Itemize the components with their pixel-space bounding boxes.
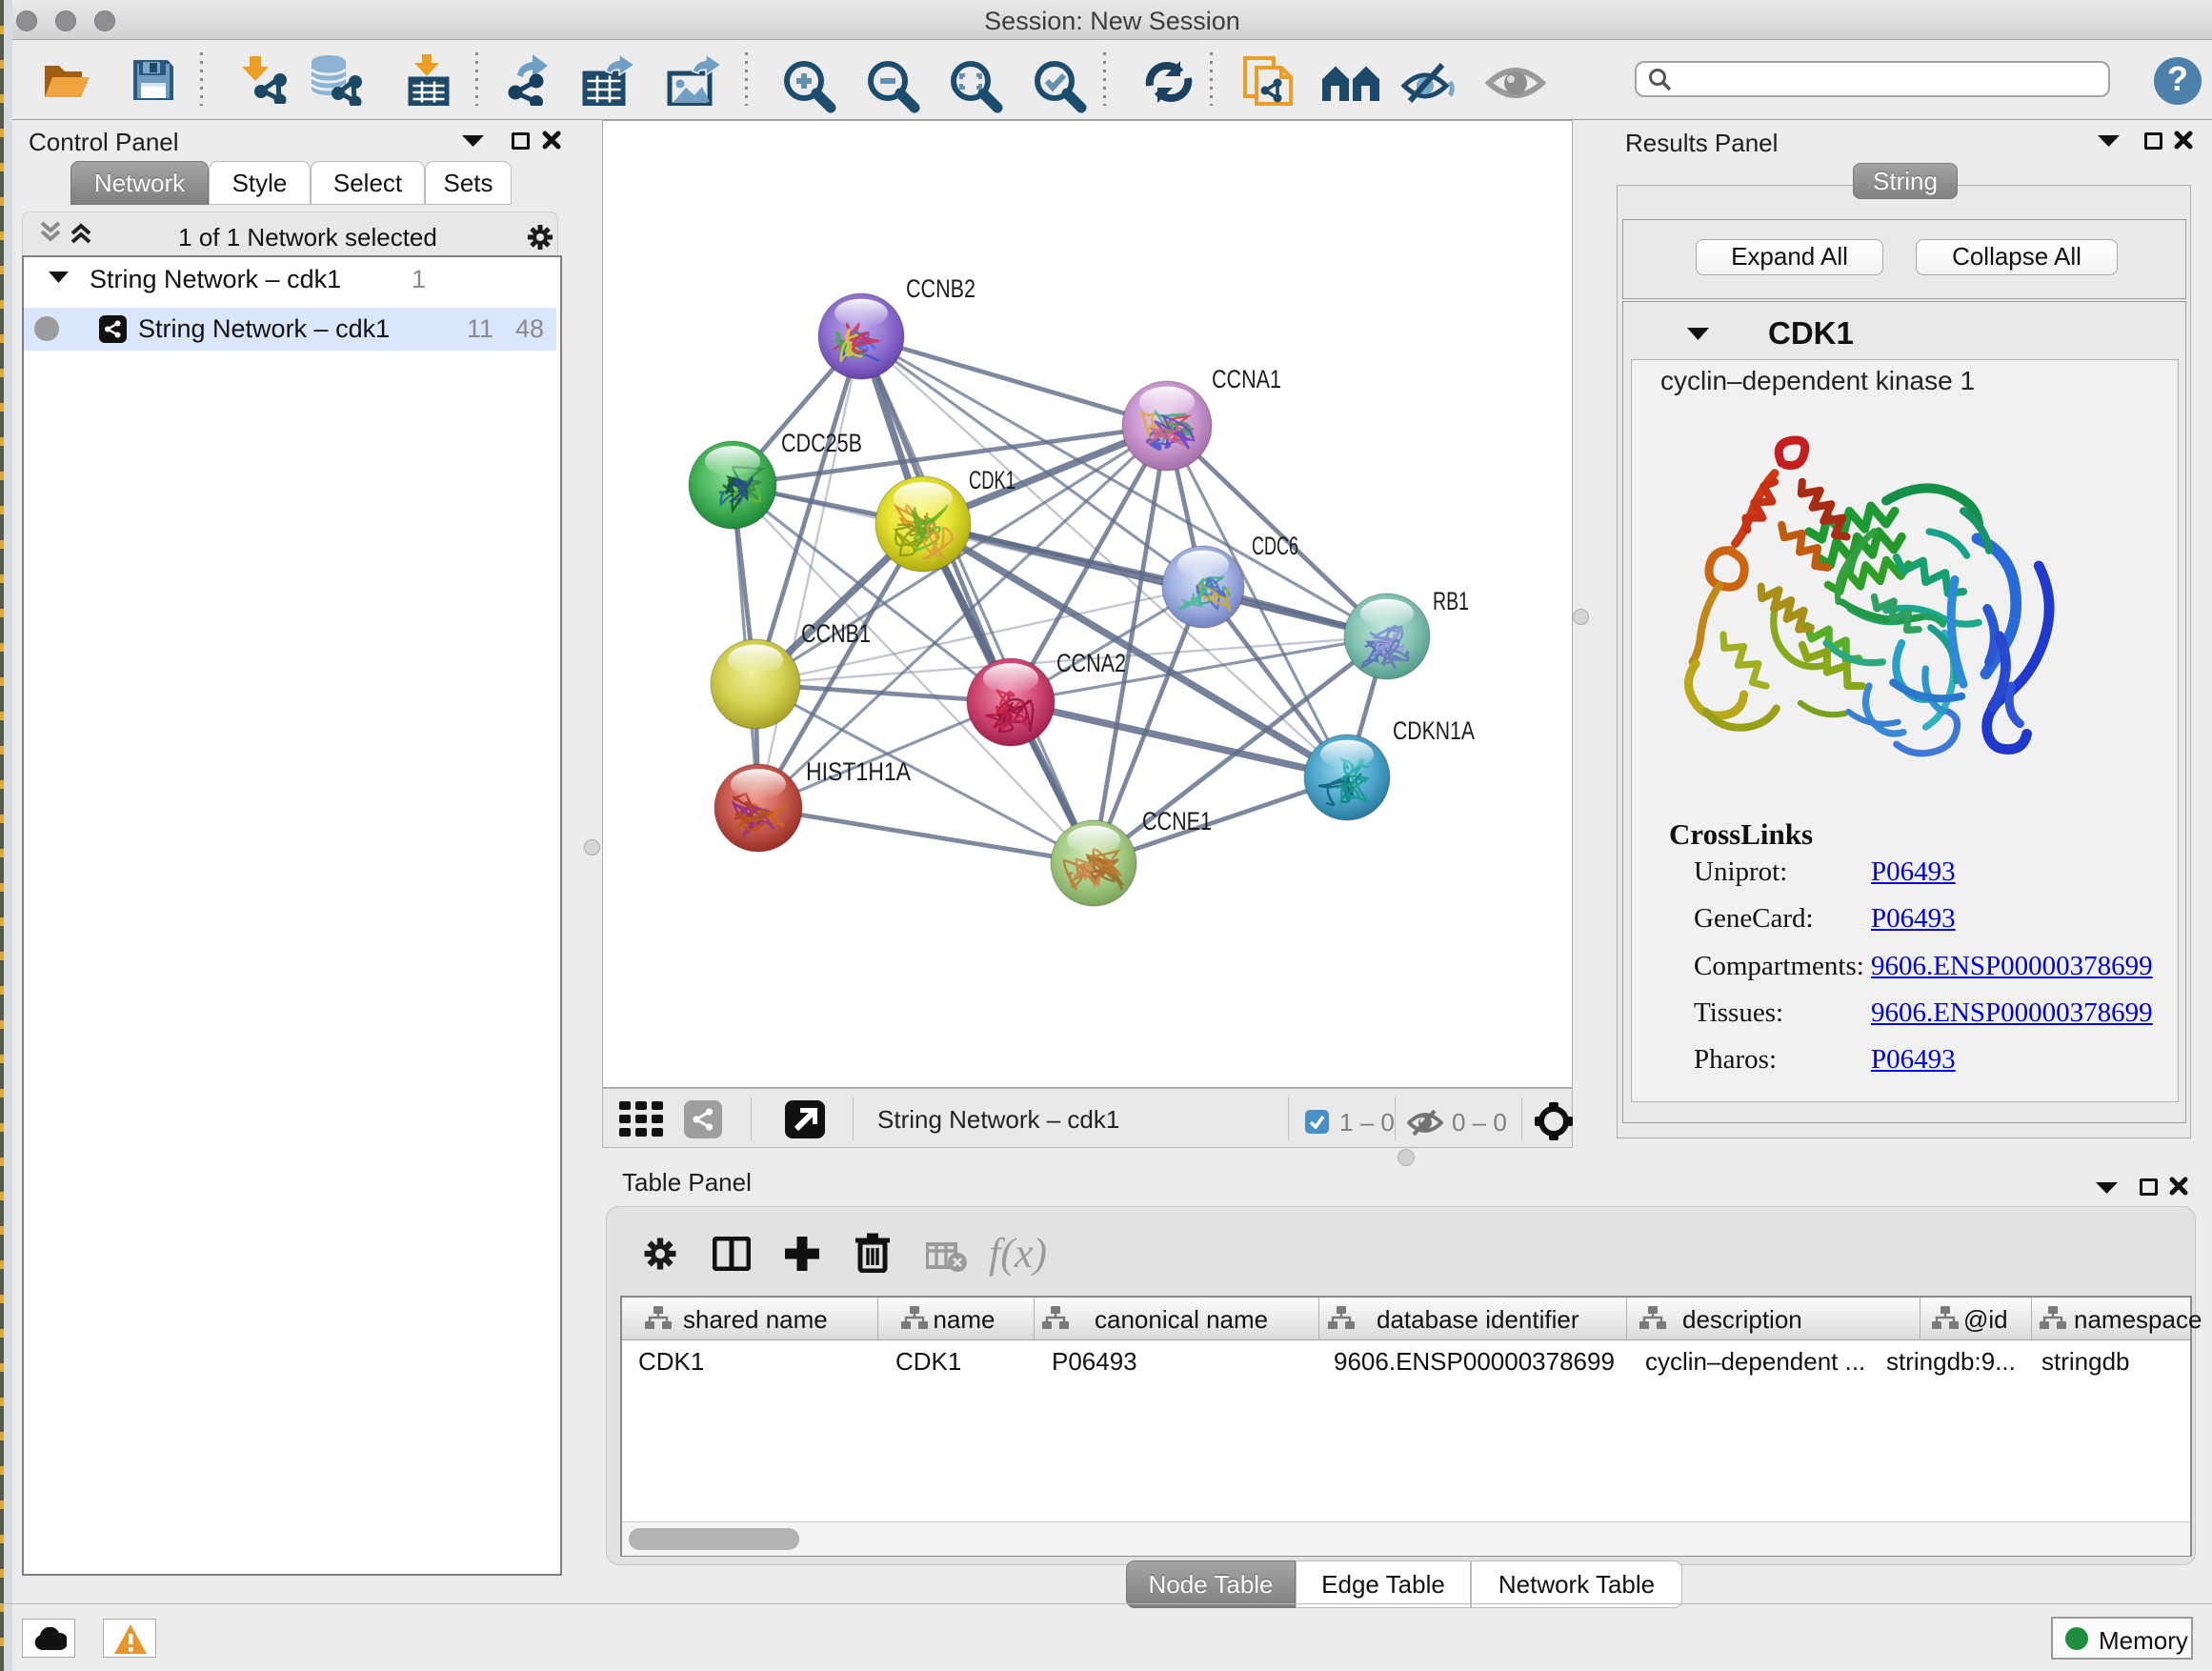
svg-text:HIST1H1A: HIST1H1A bbox=[806, 757, 911, 786]
svg-text:CDC6: CDC6 bbox=[1252, 532, 1298, 560]
svg-text:CDK1: CDK1 bbox=[969, 466, 1016, 494]
svg-text:CDKN1A: CDKN1A bbox=[1393, 716, 1475, 745]
svg-text:CCNA2: CCNA2 bbox=[1056, 649, 1126, 677]
svg-text:CCNA1: CCNA1 bbox=[1212, 365, 1281, 393]
svg-text:CDC25B: CDC25B bbox=[781, 429, 862, 457]
svg-text:CCNB1: CCNB1 bbox=[801, 619, 871, 648]
svg-text:CCNE1: CCNE1 bbox=[1142, 807, 1212, 836]
svg-text:RB1: RB1 bbox=[1433, 587, 1469, 615]
svg-text:CCNB2: CCNB2 bbox=[906, 274, 975, 303]
